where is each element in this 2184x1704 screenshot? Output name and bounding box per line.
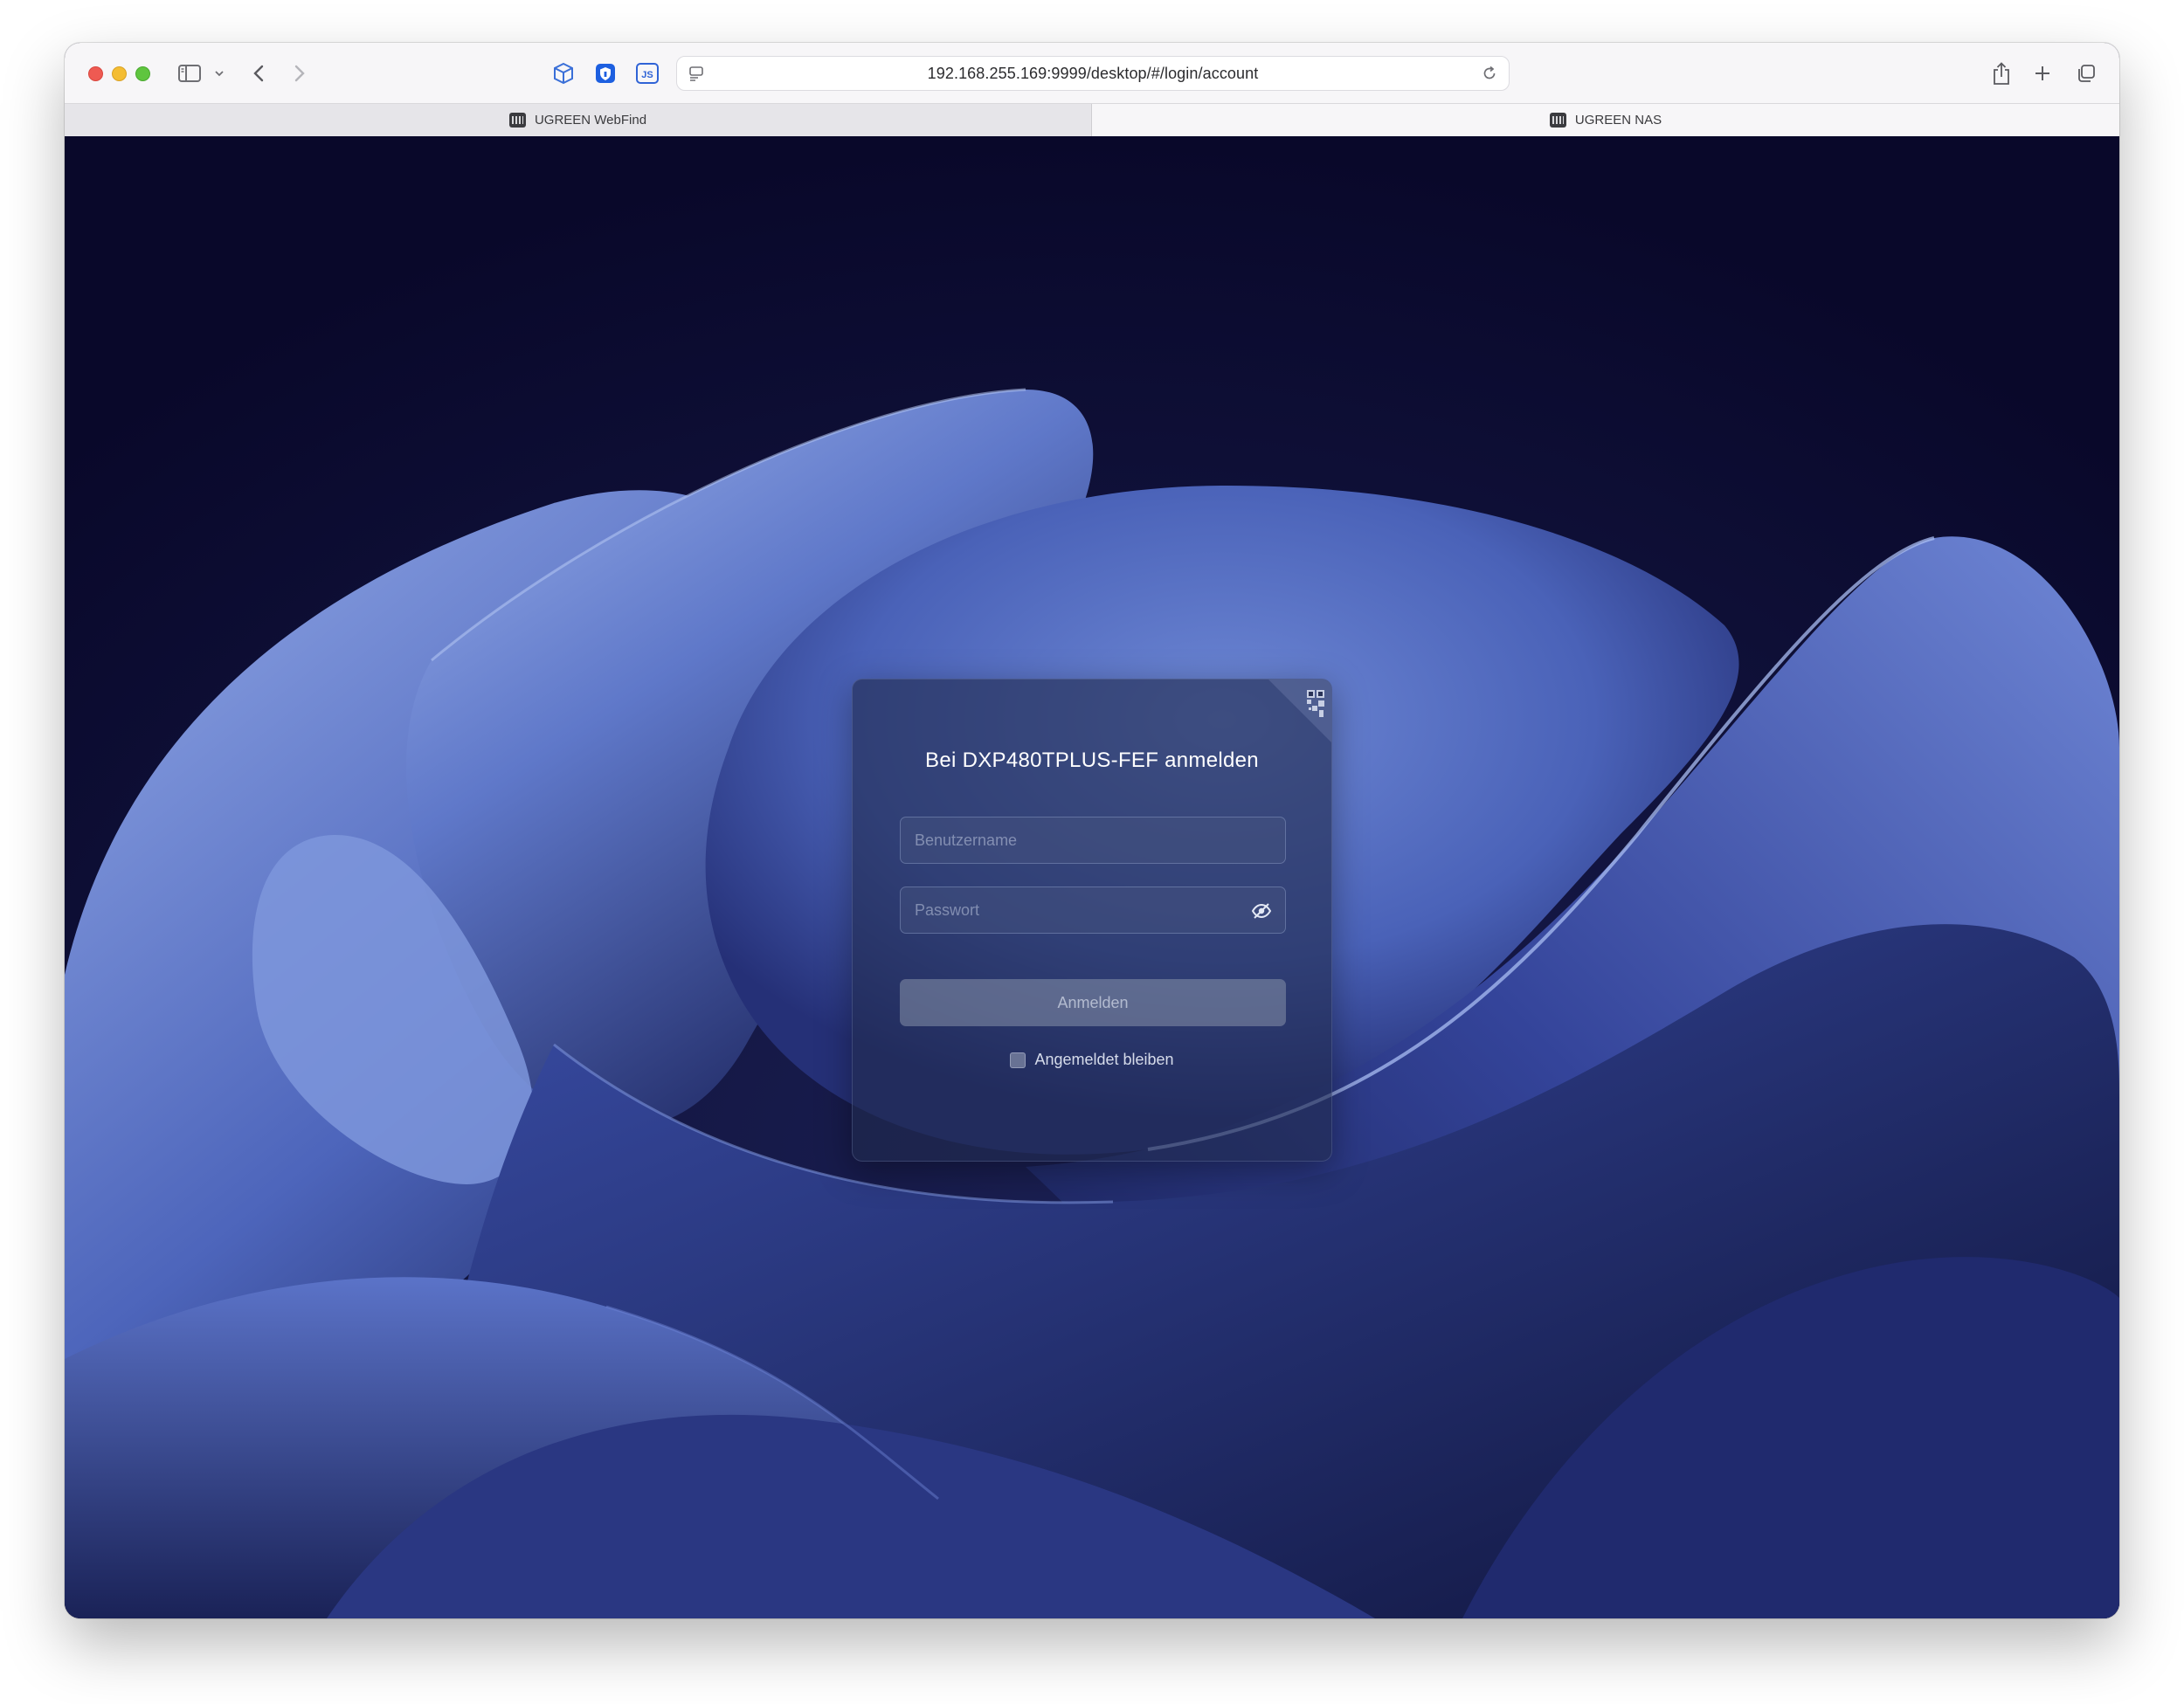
remember-label[interactable]: Angemeldet bleiben (1034, 1051, 1173, 1069)
tab-ugreen-nas[interactable]: UGREEN NAS (1092, 104, 2119, 136)
tab-ugreen-webfind[interactable]: UGREEN WebFind (65, 104, 1092, 136)
nas-favicon-icon (1549, 113, 1566, 128)
qr-login-icon[interactable] (1268, 680, 1331, 742)
browser-toolbar: JS 192.168.255.169:9999/desktop/#/login/… (65, 43, 2119, 103)
share-icon[interactable] (1990, 59, 2013, 88)
svg-text:JS: JS (641, 70, 653, 80)
shield-icon[interactable] (591, 59, 620, 88)
sidebar-toggle-icon[interactable] (176, 59, 203, 88)
username-field[interactable] (900, 817, 1286, 864)
tab-bar: UGREEN WebFind UGREEN NAS (65, 103, 2119, 136)
browser-window: JS 192.168.255.169:9999/desktop/#/login/… (65, 43, 2119, 1618)
url-text[interactable]: 192.168.255.169:9999/desktop/#/login/acc… (677, 57, 1509, 90)
new-tab-icon[interactable] (2031, 59, 2054, 88)
reload-icon[interactable] (1481, 65, 1498, 86)
remember-me[interactable]: Angemeldet bleiben (853, 1051, 1331, 1069)
nas-favicon-icon (508, 113, 526, 128)
forward-icon[interactable] (291, 59, 308, 88)
maximize-window-button[interactable] (135, 66, 150, 81)
login-button[interactable]: Anmelden (900, 979, 1286, 1026)
login-card: Bei DXP480TPLUS-FEF anmelden Anmelden An… (852, 679, 1332, 1162)
tab-label: UGREEN NAS (1574, 113, 1662, 128)
tab-label: UGREEN WebFind (534, 113, 647, 128)
password-input[interactable] (901, 887, 1285, 933)
nas-login-page: Bei DXP480TPLUS-FEF anmelden Anmelden An… (65, 136, 2119, 1618)
js-icon[interactable]: JS (632, 59, 662, 88)
login-title: Bei DXP480TPLUS-FEF anmelden (925, 749, 1259, 772)
remember-checkbox[interactable] (1010, 1052, 1026, 1068)
username-input[interactable] (901, 818, 1285, 863)
chevron-down-icon[interactable] (212, 59, 226, 88)
back-icon[interactable] (250, 59, 267, 88)
box-icon[interactable] (549, 59, 578, 88)
address-bar[interactable]: 192.168.255.169:9999/desktop/#/login/acc… (676, 56, 1510, 91)
password-field[interactable] (900, 886, 1286, 934)
eye-slash-icon[interactable] (1251, 901, 1272, 925)
close-window-button[interactable] (88, 66, 103, 81)
tab-overview-icon[interactable] (2075, 59, 2098, 88)
minimize-window-button[interactable] (112, 66, 127, 81)
